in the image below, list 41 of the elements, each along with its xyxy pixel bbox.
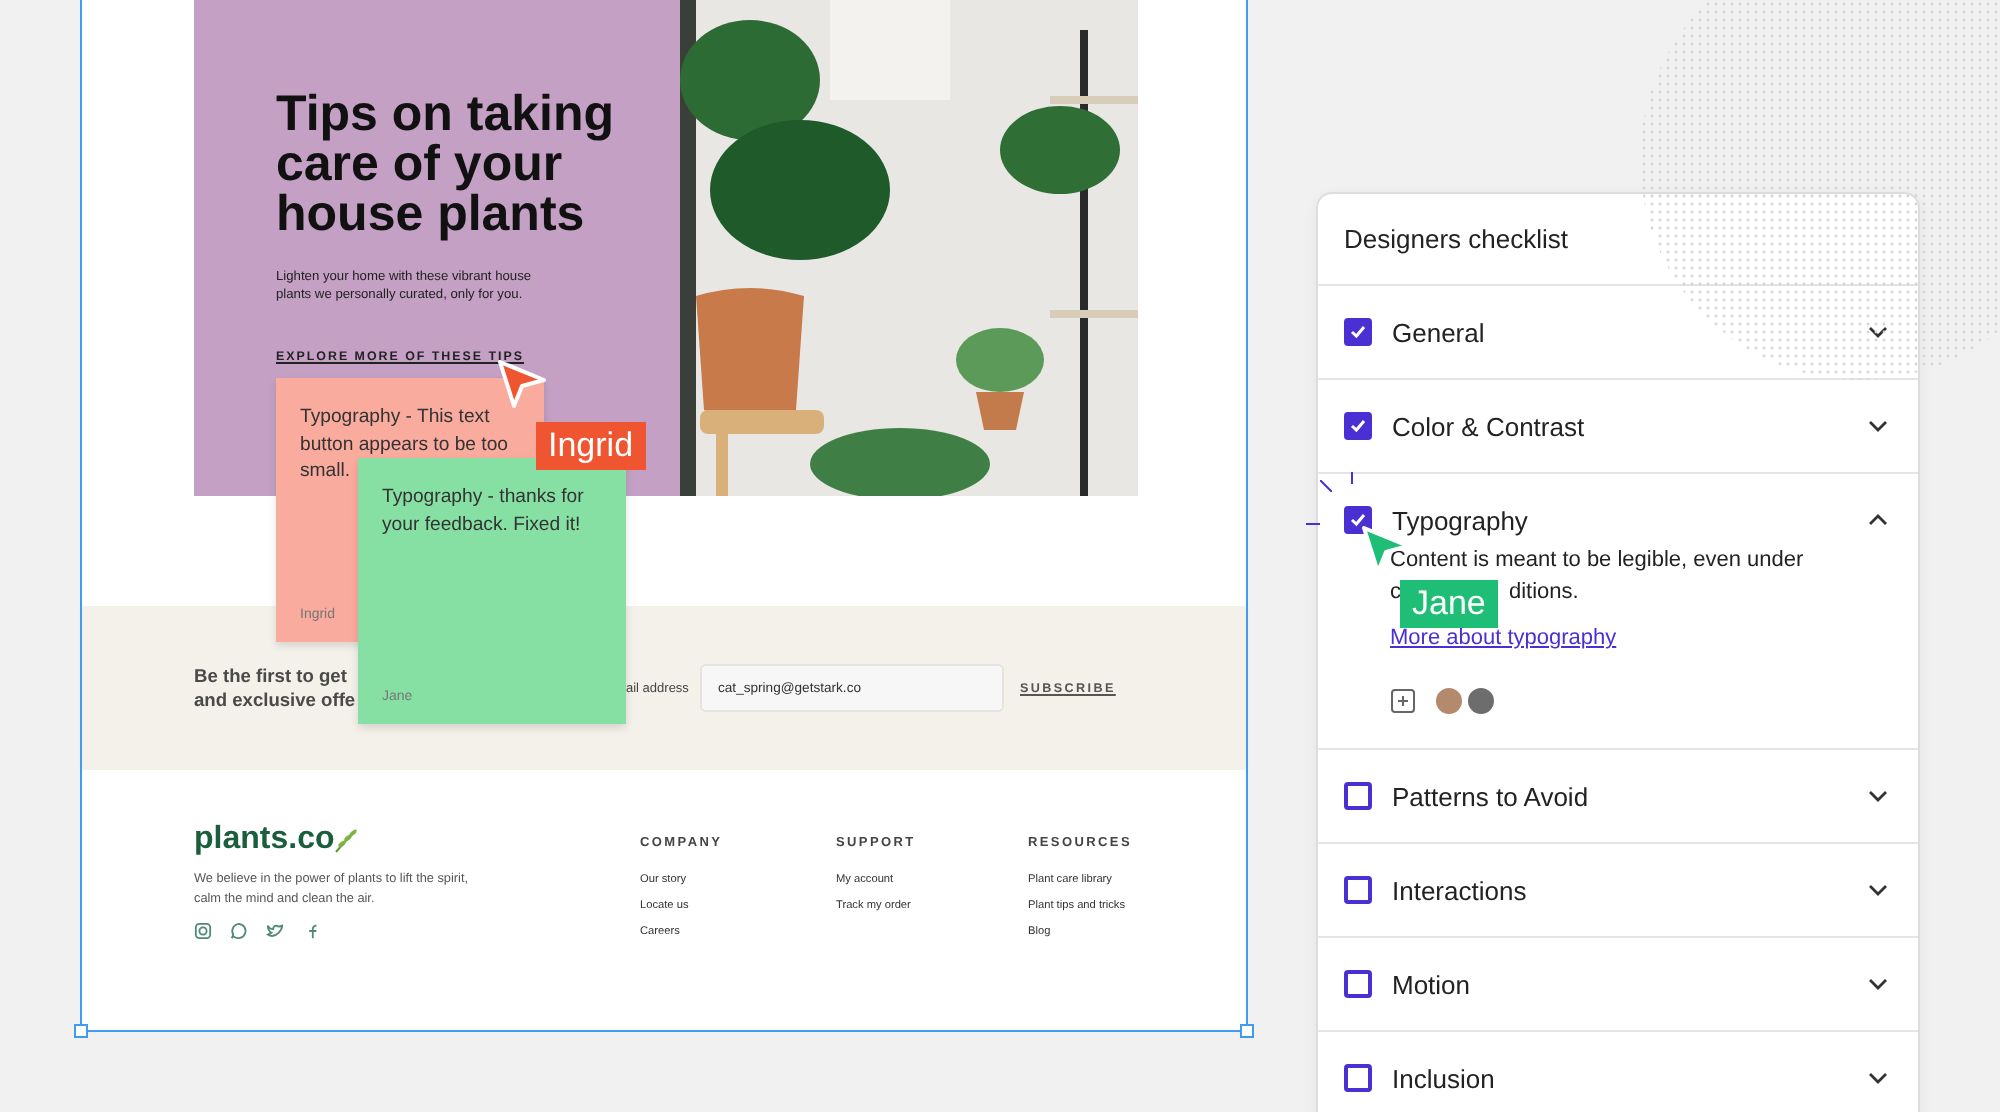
checkbox[interactable] <box>1344 412 1372 440</box>
avatar <box>1466 686 1496 716</box>
checklist-item-label: Color & Contrast <box>1392 411 1587 441</box>
resize-handle[interactable] <box>1240 1024 1254 1038</box>
cursor-icon <box>496 358 548 410</box>
logo: plants.co <box>194 822 335 858</box>
checkbox[interactable] <box>1344 970 1372 998</box>
leaf-icon <box>334 827 359 853</box>
note-text: Typography - thanks for your feedback. Fixed it! <box>382 484 586 538</box>
panel-title: Designers checklist <box>1342 222 1570 258</box>
learn-more-link[interactable]: More about typography <box>1390 626 1617 650</box>
instagram-icon[interactable] <box>194 922 212 940</box>
checkbox[interactable] <box>1344 318 1372 346</box>
avatar <box>1434 686 1464 716</box>
checkmark-icon <box>1350 418 1366 434</box>
newsletter-heading: Be the first to get <box>194 664 347 688</box>
checkmark-icon <box>1350 324 1366 340</box>
checklist-item-label: Patterns to Avoid <box>1392 781 1591 811</box>
whatsapp-icon[interactable] <box>230 922 248 940</box>
add-comment-icon[interactable] <box>1390 688 1416 714</box>
hero-title: Tips on taking care of your house plants <box>276 90 616 240</box>
sparkle-mark <box>1350 472 1354 484</box>
checklist-item-label: Typography <box>1392 505 1530 535</box>
sparkle-mark <box>1306 522 1320 526</box>
checklist-item-label: Motion <box>1392 969 1473 999</box>
sparkle-mark <box>1320 480 1332 492</box>
newsletter-heading: and exclusive offe <box>194 688 356 712</box>
item-description: ditions. <box>1509 578 1579 608</box>
resize-handle[interactable] <box>74 1024 88 1038</box>
checkmark-icon <box>1350 512 1366 528</box>
twitter-icon[interactable] <box>266 922 284 940</box>
item-description: c <box>1390 578 1401 608</box>
checkbox[interactable] <box>1344 1064 1372 1092</box>
checklist-item-label: Interactions <box>1392 875 1529 905</box>
checkbox[interactable] <box>1344 782 1372 810</box>
checklist-item-label: General <box>1392 317 1487 347</box>
cursor-label: Jane <box>1400 580 1498 628</box>
cursor-label: Ingrid <box>536 422 646 470</box>
checkbox[interactable] <box>1344 876 1372 904</box>
checklist-item-label: Inclusion <box>1392 1063 1497 1093</box>
item-description: Content is meant to be legible, even under <box>1390 546 1806 576</box>
